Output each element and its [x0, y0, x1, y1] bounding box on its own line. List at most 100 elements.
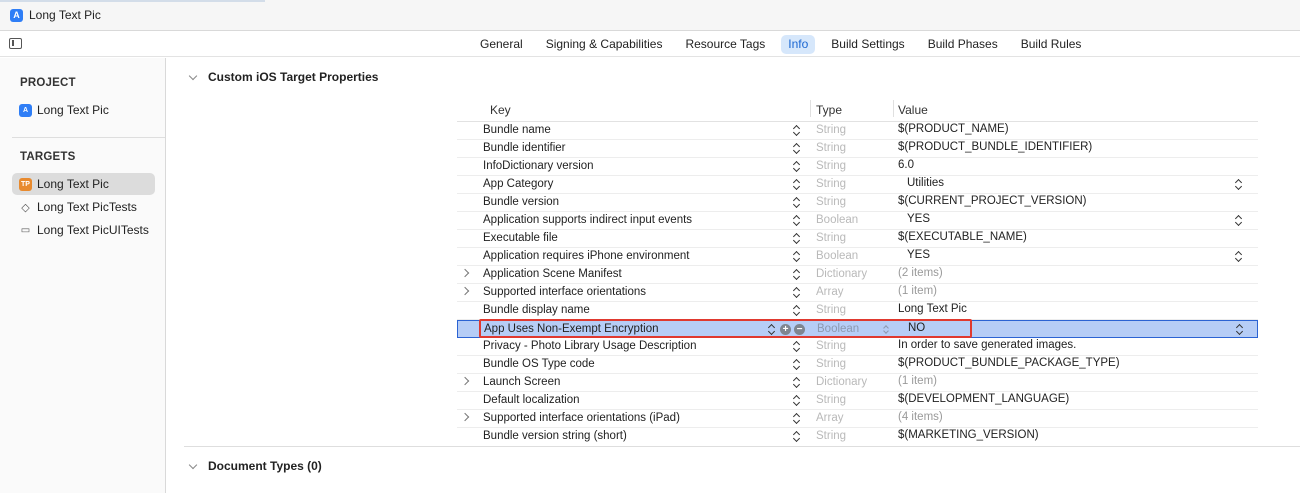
- sidebar-item-target-uitests[interactable]: ▭ Long Text PicUITests: [12, 219, 155, 241]
- row-value[interactable]: $(PRODUCT_NAME): [898, 123, 1009, 135]
- sidebar-toggle-icon[interactable]: [9, 38, 22, 49]
- disclosure-chevron-icon[interactable]: [460, 376, 470, 386]
- sidebar-item-project[interactable]: A Long Text Pic: [12, 99, 155, 121]
- row-type: Array: [816, 412, 844, 424]
- key-stepper-icon[interactable]: [793, 159, 802, 174]
- disclosure-chevron-icon[interactable]: [460, 286, 470, 296]
- value-popup-stepper-icon[interactable]: [1235, 249, 1244, 264]
- row-type: Dictionary: [816, 268, 868, 280]
- table-row[interactable]: Bundle version String $(CURRENT_PROJECT_…: [457, 194, 1258, 212]
- table-row[interactable]: Bundle OS Type code String $(PRODUCT_BUN…: [457, 356, 1258, 374]
- table-row[interactable]: Default localization String $(DEVELOPMEN…: [457, 392, 1258, 410]
- row-type: Boolean: [816, 214, 859, 226]
- row-value[interactable]: $(DEVELOPMENT_LANGUAGE): [898, 393, 1069, 405]
- row-value[interactable]: Long Text Pic: [898, 303, 967, 315]
- column-header-value[interactable]: Value: [898, 103, 928, 117]
- key-stepper-icon[interactable]: [793, 249, 802, 264]
- table-row[interactable]: Bundle name String $(PRODUCT_NAME): [457, 122, 1258, 140]
- row-type: String: [816, 160, 847, 172]
- tab-resource-tags[interactable]: Resource Tags: [678, 35, 772, 54]
- row-value[interactable]: $(MARKETING_VERSION): [898, 429, 1039, 441]
- row-key[interactable]: App Uses Non-Exempt Encryption: [484, 323, 659, 335]
- row-value[interactable]: $(PRODUCT_BUNDLE_IDENTIFIER): [898, 141, 1092, 153]
- column-header-key[interactable]: Key: [490, 103, 511, 117]
- chevron-down-icon[interactable]: [189, 462, 197, 470]
- table-row[interactable]: Executable file String $(EXECUTABLE_NAME…: [457, 230, 1258, 248]
- tab-info[interactable]: Info: [781, 35, 816, 54]
- key-stepper-icon[interactable]: [793, 357, 802, 372]
- key-stepper-icon[interactable]: [768, 322, 777, 337]
- row-value-popup[interactable]: YES: [907, 213, 930, 225]
- project-targets-sidebar: PROJECT A Long Text Pic TARGETS TP Long …: [0, 58, 166, 493]
- table-row[interactable]: Bundle identifier String $(PRODUCT_BUNDL…: [457, 140, 1258, 158]
- chevron-down-icon[interactable]: [189, 73, 197, 81]
- value-popup-stepper-icon[interactable]: [1236, 322, 1245, 337]
- sidebar-item-target-app[interactable]: TP Long Text Pic: [12, 173, 155, 195]
- value-popup-stepper-icon[interactable]: [1235, 213, 1244, 228]
- document-types-group-header[interactable]: Document Types (0): [189, 459, 322, 473]
- row-value-popup[interactable]: Utilities: [907, 177, 944, 189]
- remove-row-icon[interactable]: −: [794, 324, 805, 335]
- key-stepper-icon[interactable]: [793, 177, 802, 192]
- key-stepper-icon[interactable]: [793, 213, 802, 228]
- row-value[interactable]: $(EXECUTABLE_NAME): [898, 231, 1027, 243]
- row-value[interactable]: 6.0: [898, 159, 914, 171]
- row-type: Dictionary: [816, 376, 868, 388]
- row-type: String: [816, 430, 847, 442]
- ui-test-icon: ▭: [20, 224, 31, 236]
- sidebar-item-label: Long Text PicTests: [37, 200, 137, 214]
- column-header-type[interactable]: Type: [816, 103, 842, 117]
- table-row[interactable]: Supported interface orientations (iPad) …: [457, 410, 1258, 428]
- tab-build-phases[interactable]: Build Phases: [921, 35, 1005, 54]
- tab-signing-capabilities[interactable]: Signing & Capabilities: [539, 35, 670, 54]
- key-stepper-icon[interactable]: [793, 303, 802, 318]
- table-row[interactable]: Privacy - Photo Library Usage Descriptio…: [457, 338, 1258, 356]
- row-value: (1 item): [898, 375, 937, 387]
- disclosure-chevron-icon[interactable]: [460, 268, 470, 278]
- key-stepper-icon[interactable]: [793, 195, 802, 210]
- table-row[interactable]: Bundle display name String Long Text Pic: [457, 302, 1258, 320]
- row-key: Supported interface orientations (iPad): [483, 412, 680, 424]
- sidebar-item-target-tests[interactable]: ◇ Long Text PicTests: [12, 196, 155, 218]
- table-row[interactable]: Application supports indirect input even…: [457, 212, 1258, 230]
- title-tab-indicator: [0, 0, 265, 2]
- row-key: Application supports indirect input even…: [483, 214, 693, 226]
- key-stepper-icon[interactable]: [793, 285, 802, 300]
- table-row[interactable]: Application Scene Manifest Dictionary (2…: [457, 266, 1258, 284]
- key-stepper-icon[interactable]: [793, 429, 802, 444]
- row-value-popup[interactable]: YES: [907, 249, 930, 261]
- key-stepper-icon[interactable]: [793, 339, 802, 354]
- tab-general[interactable]: General: [473, 35, 530, 54]
- table-row[interactable]: InfoDictionary version String 6.0: [457, 158, 1258, 176]
- group-title: Document Types (0): [208, 459, 322, 473]
- table-row[interactable]: App Category String Utilities: [457, 176, 1258, 194]
- row-value-popup[interactable]: NO: [908, 322, 925, 334]
- type-stepper-icon[interactable]: [883, 323, 892, 337]
- row-key: Launch Screen: [483, 376, 561, 388]
- key-stepper-icon[interactable]: [793, 393, 802, 408]
- key-stepper-icon[interactable]: [793, 231, 802, 246]
- table-row[interactable]: Bundle version string (short) String $(M…: [457, 428, 1258, 446]
- window-title: Long Text Pic: [29, 8, 101, 22]
- tab-build-rules[interactable]: Build Rules: [1014, 35, 1089, 54]
- value-popup-stepper-icon[interactable]: [1235, 177, 1244, 192]
- table-row[interactable]: Supported interface orientations Array (…: [457, 284, 1258, 302]
- row-value[interactable]: $(CURRENT_PROJECT_VERSION): [898, 195, 1087, 207]
- add-row-icon[interactable]: +: [780, 324, 791, 335]
- row-value[interactable]: In order to save generated images.: [898, 339, 1076, 351]
- properties-table: Key Type Value Bundle name String $(PROD…: [457, 98, 1258, 446]
- table-row-selected[interactable]: App Uses Non-Exempt Encryption + − Boole…: [457, 319, 1258, 338]
- row-value[interactable]: $(PRODUCT_BUNDLE_PACKAGE_TYPE): [898, 357, 1120, 369]
- table-row[interactable]: Launch Screen Dictionary (1 item): [457, 374, 1258, 392]
- row-key: Bundle name: [483, 124, 551, 136]
- key-stepper-icon[interactable]: [793, 411, 802, 426]
- tab-build-settings[interactable]: Build Settings: [824, 35, 911, 54]
- key-stepper-icon[interactable]: [793, 123, 802, 138]
- custom-properties-group-header[interactable]: Custom iOS Target Properties: [189, 70, 378, 84]
- row-type: Boolean: [816, 250, 859, 262]
- key-stepper-icon[interactable]: [793, 141, 802, 156]
- key-stepper-icon[interactable]: [793, 375, 802, 390]
- disclosure-chevron-icon[interactable]: [460, 412, 470, 422]
- table-row[interactable]: Application requires iPhone environment …: [457, 248, 1258, 266]
- key-stepper-icon[interactable]: [793, 267, 802, 282]
